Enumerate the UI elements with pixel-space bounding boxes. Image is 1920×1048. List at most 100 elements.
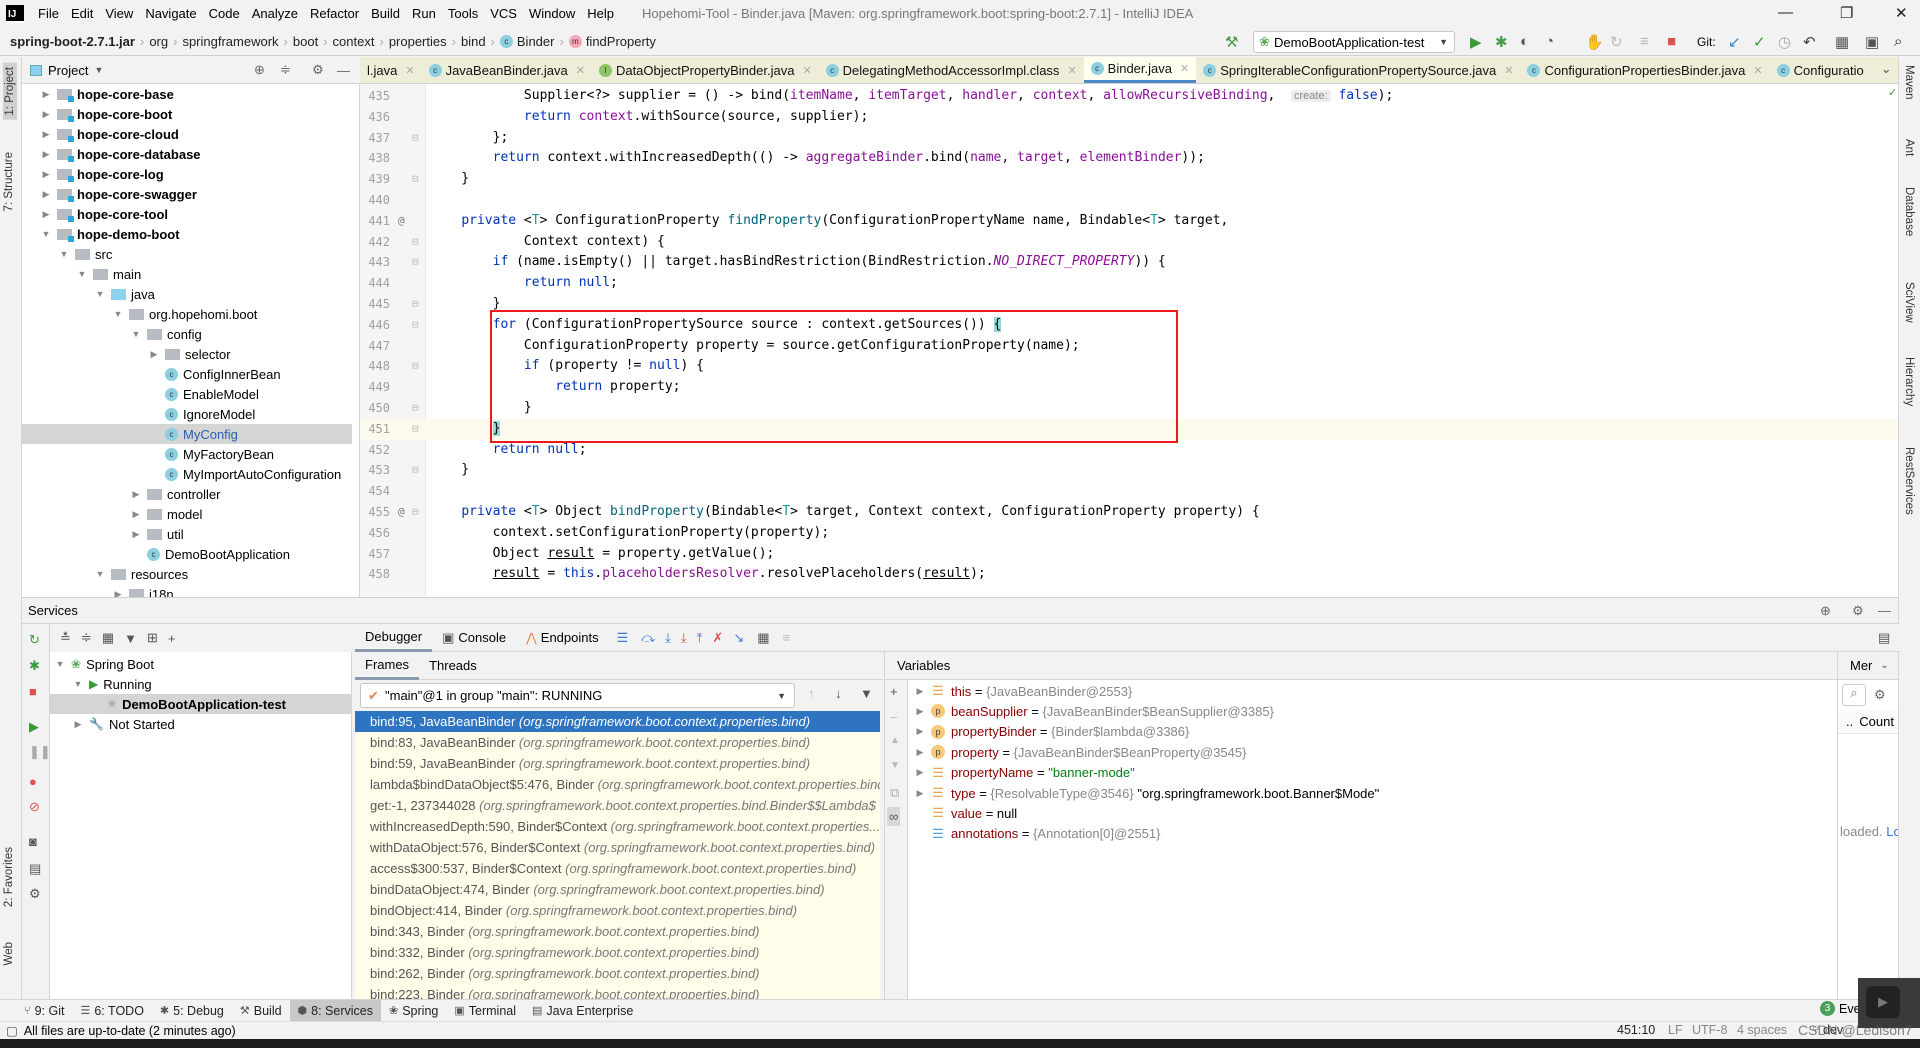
gear-icon[interactable]: ⚙ xyxy=(312,62,324,78)
step-list-icon[interactable]: ≡ xyxy=(1640,33,1649,50)
fold-icon[interactable]: ⊟ xyxy=(412,502,419,523)
variable-row[interactable]: ☰ annotations = {Annotation[0]@2551} xyxy=(914,824,1160,844)
close-tab-icon[interactable]: ✕ xyxy=(405,64,414,77)
frame-up-icon[interactable]: ↑ xyxy=(808,686,815,701)
tab-console[interactable]: ▣ Console xyxy=(432,624,516,652)
frame-down-icon[interactable]: ↓ xyxy=(835,686,842,701)
tool-window-ant[interactable]: Ant xyxy=(1903,139,1915,156)
menu-vcs[interactable]: VCS xyxy=(484,6,523,21)
tool-window-web[interactable]: Web xyxy=(3,942,15,965)
group-by-icon[interactable]: ▦ xyxy=(102,630,114,646)
project-tree-item[interactable]: ▼ resources xyxy=(22,564,352,584)
expanded-arrow-icon[interactable]: ▼ xyxy=(94,569,106,579)
search-icon[interactable]: ⌕ xyxy=(1842,684,1866,706)
fold-icon[interactable]: ⊟ xyxy=(412,356,419,377)
editor-tab[interactable]: l.java ✕ xyxy=(360,57,422,83)
breadcrumb-item[interactable]: springframework xyxy=(182,34,278,49)
project-tree-item[interactable]: ▶ model xyxy=(22,504,352,524)
memory-column-count[interactable]: Count xyxy=(1859,714,1894,729)
breadcrumb-item[interactable]: boot xyxy=(293,34,318,49)
git-history-icon[interactable]: ◷ xyxy=(1778,33,1791,51)
breadcrumb-item[interactable]: context xyxy=(333,34,375,49)
run-configuration-select[interactable]: ❀ DemoBootApplication-test ▼ xyxy=(1253,31,1455,53)
breakpoints-icon[interactable]: ● xyxy=(29,774,37,789)
project-tree-item[interactable]: c MyConfig xyxy=(22,424,352,444)
project-tree-item[interactable]: ▼ config xyxy=(22,324,352,344)
expanded-arrow-icon[interactable]: ▼ xyxy=(112,309,124,319)
collapsed-arrow-icon[interactable]: ▶ xyxy=(40,189,52,200)
project-view-select[interactable]: Project xyxy=(48,63,88,78)
tab-threads[interactable]: Threads xyxy=(419,652,487,680)
variable-row[interactable]: ▶ ☰ propertyName = "banner-mode" xyxy=(914,763,1135,783)
bottom-tab[interactable]: ⑂ 9: Git xyxy=(16,1000,72,1022)
step-into-icon[interactable]: ⤓ xyxy=(665,630,671,646)
layout-icon[interactable]: ▤ xyxy=(29,861,41,877)
stack-frame[interactable]: bind:332, Binder (org.springframework.bo… xyxy=(355,942,880,963)
project-tree-item[interactable]: ▼ org.hopehomi.boot xyxy=(22,304,352,324)
project-tree-item[interactable]: ▶ hope-core-boot xyxy=(22,104,352,124)
tab-endpoints[interactable]: ⋀ Endpoints xyxy=(516,624,609,652)
pause-icon[interactable]: ❚❚ xyxy=(29,744,51,760)
collapsed-arrow-icon[interactable]: ▶ xyxy=(914,747,926,758)
collapsed-arrow-icon[interactable]: ▶ xyxy=(40,109,52,120)
fold-icon[interactable]: ⊟ xyxy=(412,128,419,149)
stack-frame[interactable]: bind:262, Binder (org.springframework.bo… xyxy=(355,963,880,984)
project-tree-item[interactable]: ▶ controller xyxy=(22,484,352,504)
expanded-arrow-icon[interactable]: ▼ xyxy=(72,679,84,689)
menu-build[interactable]: Build xyxy=(365,6,406,21)
project-tree-item[interactable]: ▶ selector xyxy=(22,344,352,364)
menu-file[interactable]: File xyxy=(32,6,65,21)
menu-refactor[interactable]: Refactor xyxy=(304,6,365,21)
collapsed-arrow-icon[interactable]: ▶ xyxy=(72,719,84,730)
filter-icon[interactable]: ▼ xyxy=(124,631,137,646)
close-button[interactable]: ✕ xyxy=(1895,4,1908,22)
expand-all-icon[interactable]: ≛ xyxy=(60,630,71,646)
fold-icon[interactable]: ⊟ xyxy=(412,315,419,336)
search-icon[interactable]: ⌕ xyxy=(1894,33,1902,50)
expanded-arrow-icon[interactable]: ▼ xyxy=(40,229,52,239)
collapsed-arrow-icon[interactable]: ▶ xyxy=(40,209,52,220)
menu-edit[interactable]: Edit xyxy=(65,6,99,21)
collapsed-arrow-icon[interactable]: ▶ xyxy=(914,686,926,697)
tool-window-structure[interactable]: 7: Structure xyxy=(3,152,15,211)
evaluate-expression-icon[interactable]: ▦ xyxy=(757,630,769,646)
tool-window-hierarchy[interactable]: Hierarchy xyxy=(1903,357,1915,406)
project-tree-item[interactable]: ▶ util xyxy=(22,524,352,544)
chevron-down-icon[interactable]: ⌄ xyxy=(1880,660,1888,671)
fold-icon[interactable]: ⊟ xyxy=(412,419,419,440)
project-tree-item[interactable]: c MyFactoryBean xyxy=(22,444,352,464)
stack-frame[interactable]: bind:83, JavaBeanBinder (org.springframe… xyxy=(355,732,880,753)
copy-icon[interactable]: ⧉ xyxy=(890,785,899,801)
collapsed-arrow-icon[interactable]: ▶ xyxy=(112,589,124,598)
run-icon[interactable]: ▶ xyxy=(1470,33,1482,51)
bottom-tab[interactable]: ⚒ Build xyxy=(232,1000,290,1022)
breadcrumb-item[interactable]: c Binder xyxy=(499,34,554,49)
menu-tools[interactable]: Tools xyxy=(442,6,484,21)
watches-glasses-icon[interactable]: ∞ xyxy=(887,807,901,826)
project-tree-item[interactable]: ▶ hope-core-swagger xyxy=(22,184,352,204)
stack-frame[interactable]: get:-1, 237344028 (org.springframework.b… xyxy=(355,795,880,816)
build-hammer-icon[interactable]: ⚒ xyxy=(1225,33,1238,51)
locate-icon[interactable]: ⊕ xyxy=(254,62,265,78)
expanded-arrow-icon[interactable]: ▼ xyxy=(94,289,106,299)
service-tree-item[interactable]: ▼ ▶ Running xyxy=(50,674,352,694)
collapse-all-icon[interactable]: ≑ xyxy=(280,62,291,78)
update-icon[interactable]: ↻ xyxy=(1610,33,1623,51)
collapsed-arrow-icon[interactable]: ▶ xyxy=(40,129,52,140)
stack-frame[interactable]: bind:59, JavaBeanBinder (org.springframe… xyxy=(355,753,880,774)
breadcrumb-item[interactable]: m findProperty xyxy=(568,34,656,49)
locate-icon[interactable]: ⊕ xyxy=(1820,603,1831,619)
remove-watch-icon[interactable]: − xyxy=(890,710,898,725)
project-structure-icon[interactable]: ▦ xyxy=(1835,33,1849,51)
editor-tab[interactable]: c DelegatingMethodAccessorImpl.class ✕ xyxy=(819,57,1084,83)
editor-tab[interactable]: c SpringIterableConfigurationPropertySour… xyxy=(1196,57,1520,83)
hide-icon[interactable]: — xyxy=(337,63,350,78)
tool-window-database[interactable]: Database xyxy=(1903,187,1915,236)
menu-analyze[interactable]: Analyze xyxy=(246,6,304,21)
variable-row[interactable]: ▶ p propertyBinder = {Binder$lambda@3386} xyxy=(914,722,1190,742)
git-update-icon[interactable]: ↙ xyxy=(1728,33,1741,51)
menu-code[interactable]: Code xyxy=(203,6,246,21)
stack-frame[interactable]: bind:343, Binder (org.springframework.bo… xyxy=(355,921,880,942)
breadcrumb-item[interactable]: spring-boot-2.7.1.jar xyxy=(10,34,135,49)
drop-frame-icon[interactable]: ✗ xyxy=(712,630,723,646)
